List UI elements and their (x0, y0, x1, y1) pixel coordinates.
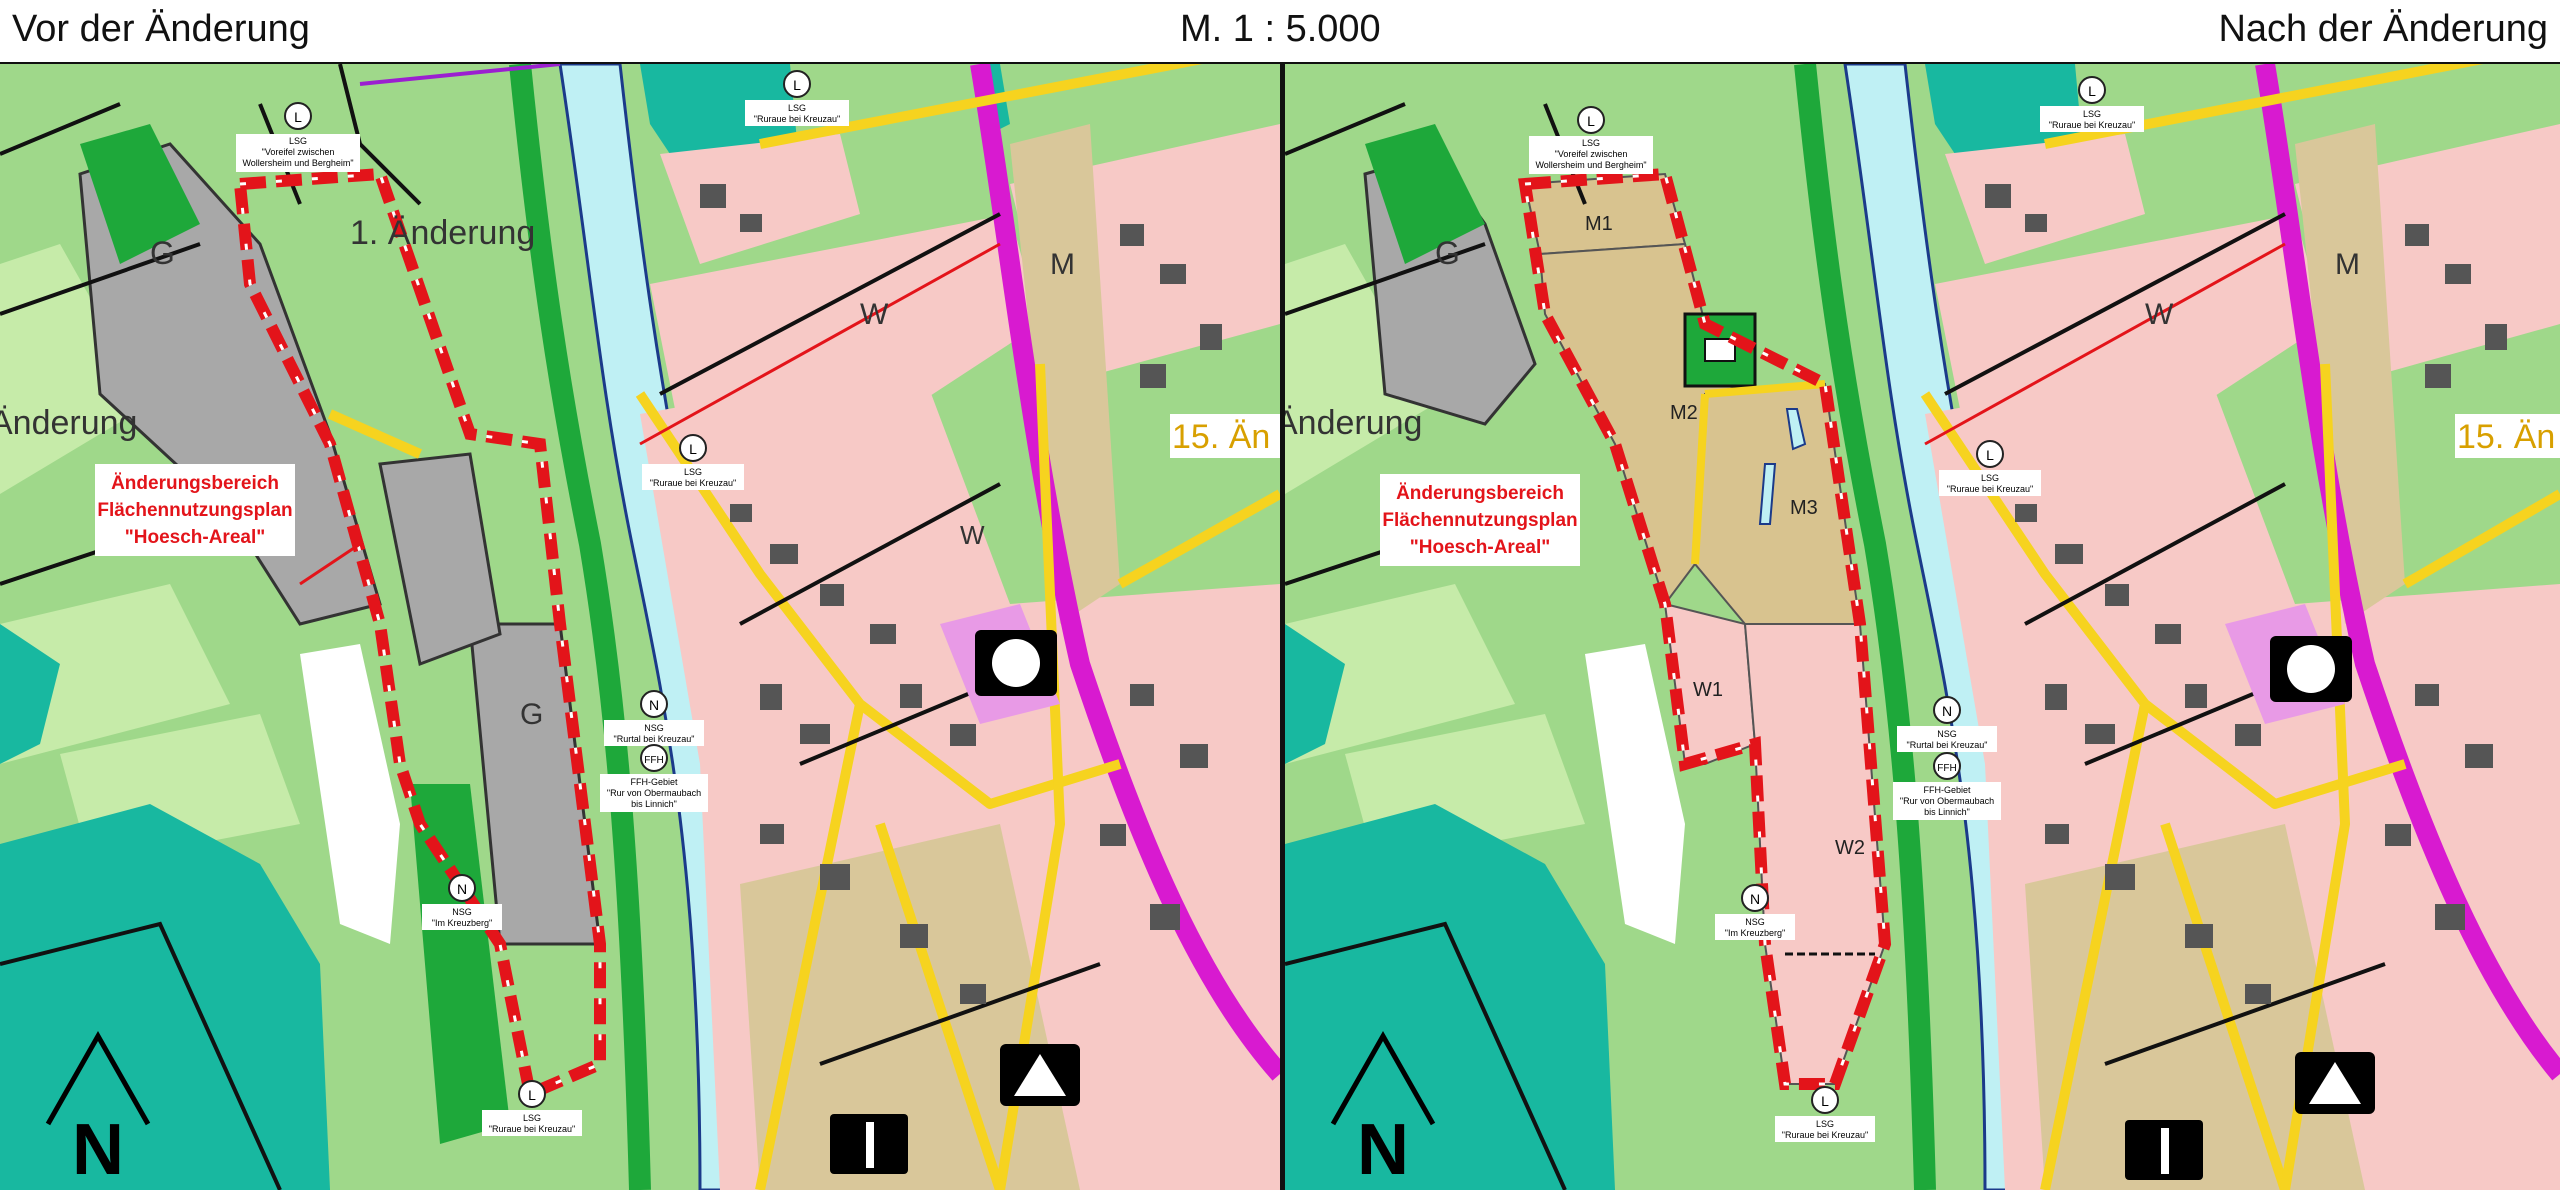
svg-text:L: L (793, 77, 801, 93)
map-before: G G W M W 1. Änderung Änderung 15. Än Än… (0, 64, 1280, 1190)
cemetery-symbol-inner (866, 1122, 874, 1168)
school-symbol-inner (992, 639, 1040, 687)
svg-text:NSG: NSG (452, 907, 472, 917)
after-title: Nach der Änderung (2218, 8, 2548, 50)
zone-m: M (2335, 248, 2360, 281)
svg-text:"Ruraue bei Kreuzau": "Ruraue bei Kreuzau" (2049, 120, 2135, 130)
svg-text:"Rurtal bei Kreuzau": "Rurtal bei Kreuzau" (614, 734, 695, 744)
label-15-aenderung: 15. Än (1172, 418, 1270, 456)
north-label: N (1357, 1110, 1409, 1190)
change-label-line3: "Hoesch-Areal" (1410, 537, 1551, 558)
svg-text:LSG: LSG (523, 1113, 541, 1123)
svg-text:LSG: LSG (788, 103, 806, 113)
map-before-canvas: G G W M W 1. Änderung Änderung 15. Än Än… (0, 64, 1280, 1190)
svg-text:Wollersheim und Bergheim": Wollersheim und Bergheim" (242, 158, 353, 168)
svg-text:NSG: NSG (1745, 917, 1765, 927)
zone-w: W (860, 298, 889, 331)
zone-m1-label: M1 (1585, 213, 1613, 235)
svg-text:NSG: NSG (1937, 729, 1957, 739)
label-aenderung-edge: Änderung (1285, 404, 1422, 442)
zone-w: W (2145, 298, 2174, 331)
zone-m2-label: M2 (1670, 402, 1698, 424)
svg-text:"Im Kreuzberg": "Im Kreuzberg" (1725, 928, 1785, 938)
zone-g-bottom: G (520, 698, 543, 731)
svg-text:FFH: FFH (644, 755, 663, 766)
change-label-line3: "Hoesch-Areal" (125, 527, 266, 548)
svg-text:bis Linnich": bis Linnich" (631, 799, 677, 809)
svg-text:"Im Kreuzberg": "Im Kreuzberg" (432, 918, 492, 928)
svg-text:LSG: LSG (2083, 109, 2101, 119)
svg-text:"Rur von Obermaubach: "Rur von Obermaubach (607, 788, 701, 798)
map-after-canvas: G M1 M2 M3 W1 W2 W M Änderung 15. Än Änd… (1285, 64, 2560, 1190)
school-symbol-inner (2287, 645, 2335, 693)
svg-text:L: L (1587, 113, 1595, 129)
svg-text:LSG: LSG (684, 467, 702, 477)
svg-text:"Ruraue bei Kreuzau": "Ruraue bei Kreuzau" (1947, 484, 2033, 494)
svg-text:FFH: FFH (1937, 763, 1956, 774)
svg-text:NSG: NSG (644, 723, 664, 733)
svg-text:L: L (294, 109, 302, 125)
svg-text:N: N (1750, 891, 1760, 907)
scale-label: M. 1 : 5.000 (1180, 8, 1381, 50)
svg-text:"Voreifel zwischen: "Voreifel zwischen (262, 147, 335, 157)
zone-m: M (1050, 248, 1075, 281)
svg-text:LSG: LSG (1582, 138, 1600, 148)
label-15-aenderung: 15. Än (2457, 418, 2555, 456)
zone-w-small: W (960, 520, 985, 550)
svg-text:N: N (457, 881, 467, 897)
svg-text:bis Linnich": bis Linnich" (1924, 807, 1970, 817)
svg-text:FFH-Gebiet: FFH-Gebiet (1923, 785, 1971, 795)
svg-text:L: L (689, 441, 697, 457)
svg-text:Wollersheim und Bergheim": Wollersheim und Bergheim" (1535, 160, 1646, 170)
change-label-line2: Flächennutzungsplan (97, 500, 292, 521)
zone-w2-label: W2 (1835, 837, 1865, 859)
zone-g-top: G (150, 235, 175, 271)
svg-text:N: N (649, 697, 659, 713)
svg-text:L: L (1821, 1093, 1829, 1109)
svg-text:L: L (2088, 83, 2096, 99)
change-label-line2: Flächennutzungsplan (1382, 510, 1577, 531)
svg-text:LSG: LSG (1816, 1119, 1834, 1129)
cemetery-symbol-inner (2161, 1128, 2169, 1174)
map-after: G M1 M2 M3 W1 W2 W M Änderung 15. Än Änd… (1285, 64, 2560, 1190)
label-1-aenderung: 1. Änderung (350, 214, 535, 252)
change-label-line1: Änderungsbereich (1396, 483, 1564, 504)
svg-text:LSG: LSG (1981, 473, 1999, 483)
svg-text:L: L (1986, 447, 1994, 463)
change-label-line1: Änderungsbereich (111, 473, 279, 494)
svg-text:FFH-Gebiet: FFH-Gebiet (630, 777, 678, 787)
svg-text:"Rur von Obermaubach: "Rur von Obermaubach (1900, 796, 1994, 806)
svg-text:"Ruraue bei Kreuzau": "Ruraue bei Kreuzau" (754, 114, 840, 124)
svg-text:"Ruraue bei Kreuzau": "Ruraue bei Kreuzau" (489, 1124, 575, 1134)
svg-text:L: L (528, 1087, 536, 1103)
map-header: Vor der Änderung M. 1 : 5.000 Nach der Ä… (0, 0, 2560, 64)
svg-text:N: N (1942, 703, 1952, 719)
svg-text:"Voreifel zwischen: "Voreifel zwischen (1555, 149, 1628, 159)
label-aenderung-edge: Änderung (0, 404, 137, 442)
zone-g-top: G (1435, 235, 1460, 271)
zone-w1-label: W1 (1693, 679, 1723, 701)
north-label: N (72, 1110, 124, 1190)
zone-m3-label: M3 (1790, 497, 1818, 519)
svg-text:"Ruraue bei Kreuzau": "Ruraue bei Kreuzau" (650, 478, 736, 488)
svg-text:"Ruraue bei Kreuzau": "Ruraue bei Kreuzau" (1782, 1130, 1868, 1140)
svg-text:"Rurtal bei Kreuzau": "Rurtal bei Kreuzau" (1907, 740, 1988, 750)
before-title: Vor der Änderung (12, 8, 310, 50)
svg-text:LSG: LSG (289, 136, 307, 146)
